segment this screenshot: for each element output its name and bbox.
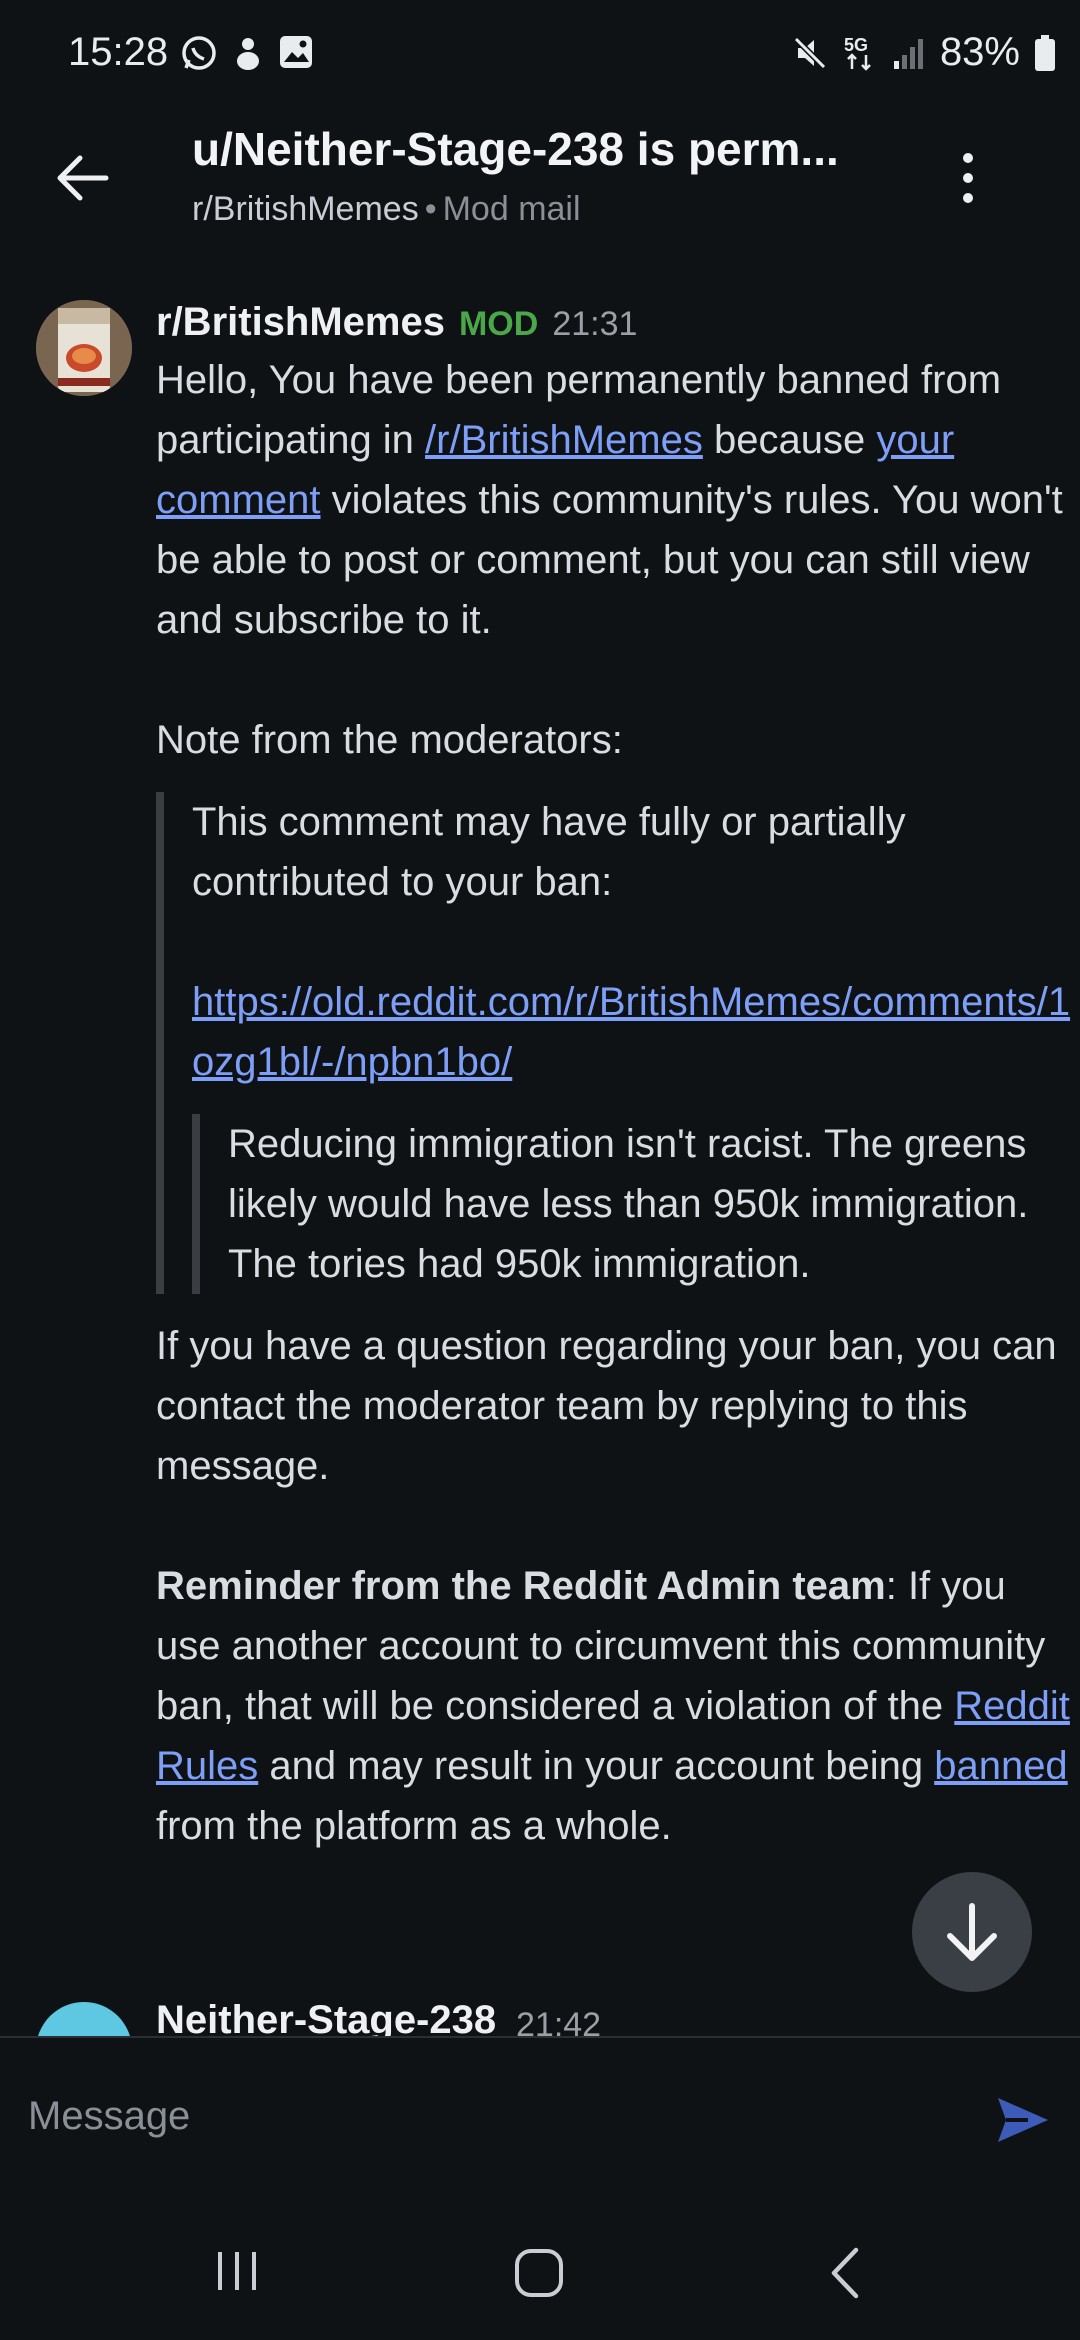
status-left-icons (180, 34, 314, 72)
conversation-category: Mod mail (442, 190, 581, 228)
gallery-icon (280, 36, 312, 68)
next-message-author[interactable]: Neither-Stage-238 (156, 1998, 496, 2036)
conversation-subtitle: r/BritishMemes • Mod mail (192, 190, 581, 229)
nested-quote: Reducing immigration isn't racist. The g… (192, 1114, 1076, 1294)
quoted-comment: Reducing immigration isn't racist. The g… (228, 1122, 1029, 1286)
subreddit-link[interactable]: r/BritishMemes (192, 190, 419, 228)
home-icon[interactable] (512, 2246, 566, 2300)
avatar[interactable] (36, 300, 132, 396)
battery-percent: 83% (939, 30, 1020, 74)
ban-text-middle: because (702, 418, 877, 462)
separator-dot: • (424, 190, 437, 228)
status-bar: 15:28 5G 83% (0, 0, 1080, 110)
send-icon[interactable] (992, 2090, 1052, 2150)
arrow-down-icon (947, 1903, 997, 1961)
message-header: r/BritishMemes MOD 21:31 (156, 300, 637, 345)
svg-text:5G: 5G (844, 35, 868, 55)
banned-link[interactable]: banned (934, 1744, 1067, 1788)
subreddit-avatar-icon (36, 300, 132, 396)
ban-paragraph: Hello, You have been permanently banned … (156, 350, 1076, 650)
more-options-icon[interactable] (958, 148, 978, 208)
conversation-header: u/Neither-Stage-238 is perm... r/British… (0, 110, 1080, 240)
system-back-icon[interactable] (826, 2246, 862, 2300)
message-body: Hello, You have been permanently banned … (156, 350, 1076, 1856)
message-time: 21:31 (552, 305, 638, 343)
status-right-icons: 5G 83% (792, 30, 1056, 75)
next-message-time: 21:42 (516, 2006, 602, 2036)
message-composer: Message (0, 2036, 1080, 2238)
reminder-text-middle: and may result in your account being (258, 1744, 935, 1788)
quote-text: This comment may have fully or partially… (192, 800, 906, 904)
recent-apps-icon[interactable] (212, 2246, 262, 2296)
reminder-bold: Reminder from the Reddit Admin team (156, 1564, 886, 1608)
subreddit-link-inline[interactable]: /r/BritishMemes (425, 418, 703, 462)
system-navigation-bar (0, 2236, 1080, 2340)
mod-badge: MOD (458, 305, 539, 343)
scroll-to-bottom-button[interactable] (912, 1872, 1032, 1992)
mute-icon (793, 36, 827, 69)
next-message-avatar[interactable] (36, 2002, 132, 2036)
reminder-paragraph: Reminder from the Reddit Admin team: If … (156, 1556, 1076, 1856)
question-paragraph: If you have a question regarding your ba… (156, 1324, 1057, 1488)
message-author[interactable]: r/BritishMemes (156, 300, 445, 345)
signal-icon (893, 38, 923, 69)
back-arrow-icon[interactable] (52, 148, 112, 208)
comment-url[interactable]: https://old.reddit.com/r/BritishMemes/co… (192, 980, 1070, 1084)
status-time: 15:28 (68, 30, 169, 74)
message-input[interactable]: Message (28, 2094, 190, 2139)
reminder-text-end: from the platform as a whole. (156, 1804, 672, 1848)
note-label: Note from the moderators: (156, 718, 623, 762)
moderator-note-quote: This comment may have fully or partially… (156, 792, 1076, 1294)
5g-icon: 5G (844, 35, 871, 71)
conversation-title: u/Neither-Stage-238 is perm... (192, 123, 839, 175)
battery-icon (1035, 34, 1055, 71)
app-icon (237, 38, 259, 70)
next-message: Neither-Stage-238 21:42 (36, 1998, 1044, 2036)
whatsapp-icon (182, 36, 216, 70)
comment-link[interactable]: https://old.reddit.com/r/BritishMemes/co… (192, 972, 1076, 1092)
